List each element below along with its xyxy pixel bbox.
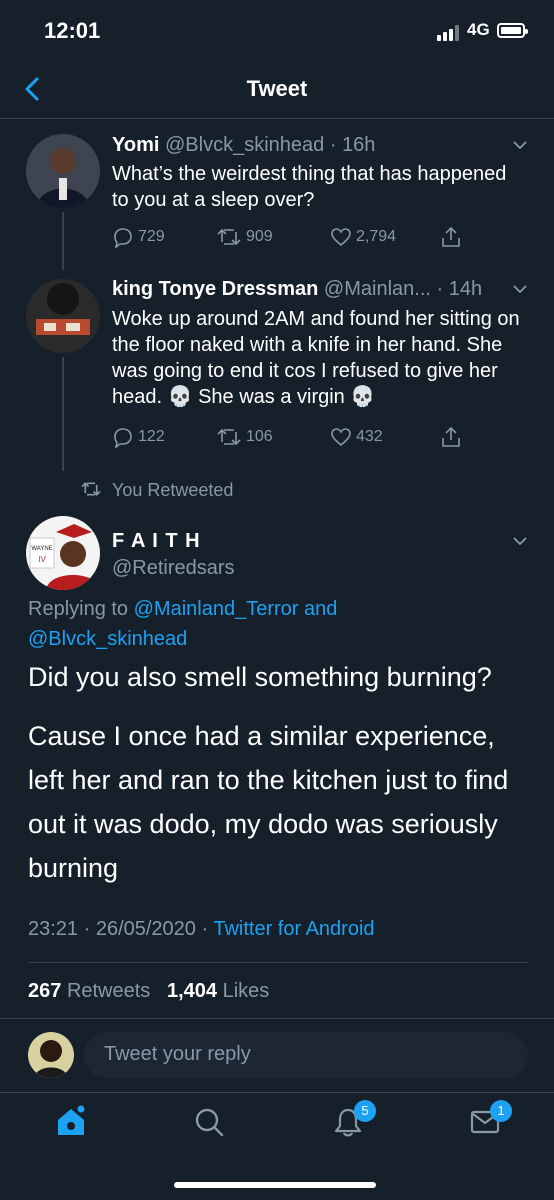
retweet-icon bbox=[81, 482, 101, 496]
thread-line bbox=[62, 212, 64, 270]
tweet-header: king Tonye Dressman @Mainlan... · 14h bbox=[112, 278, 483, 300]
share-icon bbox=[442, 226, 460, 247]
avatar-king-tonye[interactable] bbox=[26, 279, 100, 353]
heart-icon bbox=[331, 228, 351, 247]
heart-icon bbox=[331, 428, 351, 447]
like-count: 2,794 bbox=[356, 228, 397, 245]
tweet-timestamp: 23:21 · 26/05/2020 · bbox=[28, 918, 209, 940]
retweet-count: 909 bbox=[246, 228, 273, 245]
tweet-text: What’s the weirdest thing that has happe… bbox=[112, 163, 507, 211]
author-handle: @Blvck_skinhead bbox=[164, 134, 325, 156]
retweet-count: 106 bbox=[246, 428, 273, 445]
like-button[interactable]: 432 bbox=[330, 426, 383, 448]
tweet-time: 16h bbox=[342, 134, 376, 156]
reply-count: 729 bbox=[138, 228, 165, 245]
tweet-time: 14h bbox=[448, 278, 483, 300]
chevron-down-icon[interactable] bbox=[512, 137, 528, 153]
tweet-stats[interactable]: 267 Retweets 1,404 Likes bbox=[28, 980, 269, 1003]
reply-count: 122 bbox=[138, 428, 165, 445]
like-total: 1,404 bbox=[166, 980, 218, 1002]
tweet-header: Yomi @Blvck_skinhead · 16h bbox=[112, 134, 376, 156]
retweet-icon bbox=[217, 228, 241, 246]
tweet-meta: 23:21 · 26/05/2020 · Twitter for Android bbox=[28, 918, 375, 941]
reply-icon bbox=[114, 428, 132, 448]
avatar-yomi[interactable] bbox=[26, 134, 100, 208]
share-icon bbox=[442, 426, 460, 447]
avatar-faith[interactable]: WAYNE IV bbox=[26, 516, 100, 590]
tweet-text: Woke up around 2AM and found her sitting… bbox=[112, 308, 520, 408]
main-author-name[interactable]: F A I T H bbox=[112, 530, 201, 553]
retweet-icon bbox=[217, 428, 241, 446]
notifications-badge: 5 bbox=[354, 1100, 376, 1122]
author-handle: @Mainlan... bbox=[323, 278, 431, 300]
reply-button[interactable]: 122 bbox=[112, 426, 165, 448]
signal-icon bbox=[437, 24, 461, 41]
retweet-total: 267 bbox=[28, 980, 62, 1002]
author-name[interactable]: king Tonye Dressman bbox=[112, 278, 318, 300]
battery-icon bbox=[497, 23, 528, 38]
tweet-source[interactable]: Twitter for Android bbox=[213, 918, 374, 940]
main-author-handle: @Retiredsars bbox=[112, 557, 235, 579]
home-icon[interactable] bbox=[54, 1104, 88, 1138]
tabbar-divider bbox=[0, 1092, 554, 1093]
reply-divider bbox=[0, 1018, 554, 1019]
search-icon[interactable] bbox=[193, 1106, 225, 1138]
like-button[interactable]: 2,794 bbox=[330, 226, 396, 248]
author-name[interactable]: Yomi bbox=[112, 134, 159, 156]
like-count: 432 bbox=[356, 428, 383, 445]
chevron-down-icon[interactable] bbox=[512, 533, 528, 549]
share-button[interactable] bbox=[440, 226, 462, 248]
reply-button[interactable]: 729 bbox=[112, 226, 165, 248]
tweet-actions: 729 909 2,794 bbox=[112, 226, 532, 250]
messages-badge: 1 bbox=[490, 1100, 512, 1122]
main-tweet-text-1: Did you also smell something burning? bbox=[28, 662, 492, 692]
stats-divider bbox=[28, 962, 528, 963]
avatar-text-2: IV bbox=[38, 555, 46, 564]
retweet-button[interactable]: 106 bbox=[216, 426, 273, 448]
retweet-button[interactable]: 909 bbox=[216, 226, 273, 248]
tweet-actions: 122 106 432 bbox=[112, 426, 532, 450]
retweet-context: You Retweeted bbox=[112, 480, 234, 500]
my-avatar[interactable] bbox=[28, 1032, 74, 1078]
reply-mention-2[interactable]: @Blvck_skinhead bbox=[28, 628, 187, 650]
home-indicator bbox=[174, 1182, 376, 1188]
thread-line bbox=[62, 357, 64, 471]
header-divider bbox=[0, 118, 554, 119]
page-title: Tweet bbox=[246, 76, 308, 101]
reply-mention-1[interactable]: @Mainland_Terror bbox=[134, 598, 299, 620]
reply-icon bbox=[114, 228, 132, 248]
main-tweet-text-2: Cause I once had a similar experience, l… bbox=[28, 721, 509, 883]
replying-to: Replying to @Mainland_Terror and @Blvck_… bbox=[28, 598, 338, 650]
chevron-down-icon[interactable] bbox=[512, 281, 528, 297]
status-time: 12:01 bbox=[44, 18, 101, 43]
avatar-text: WAYNE bbox=[31, 546, 52, 552]
network-type: 4G bbox=[467, 20, 490, 39]
share-button[interactable] bbox=[440, 426, 462, 448]
reply-placeholder: Tweet your reply bbox=[104, 1043, 251, 1065]
